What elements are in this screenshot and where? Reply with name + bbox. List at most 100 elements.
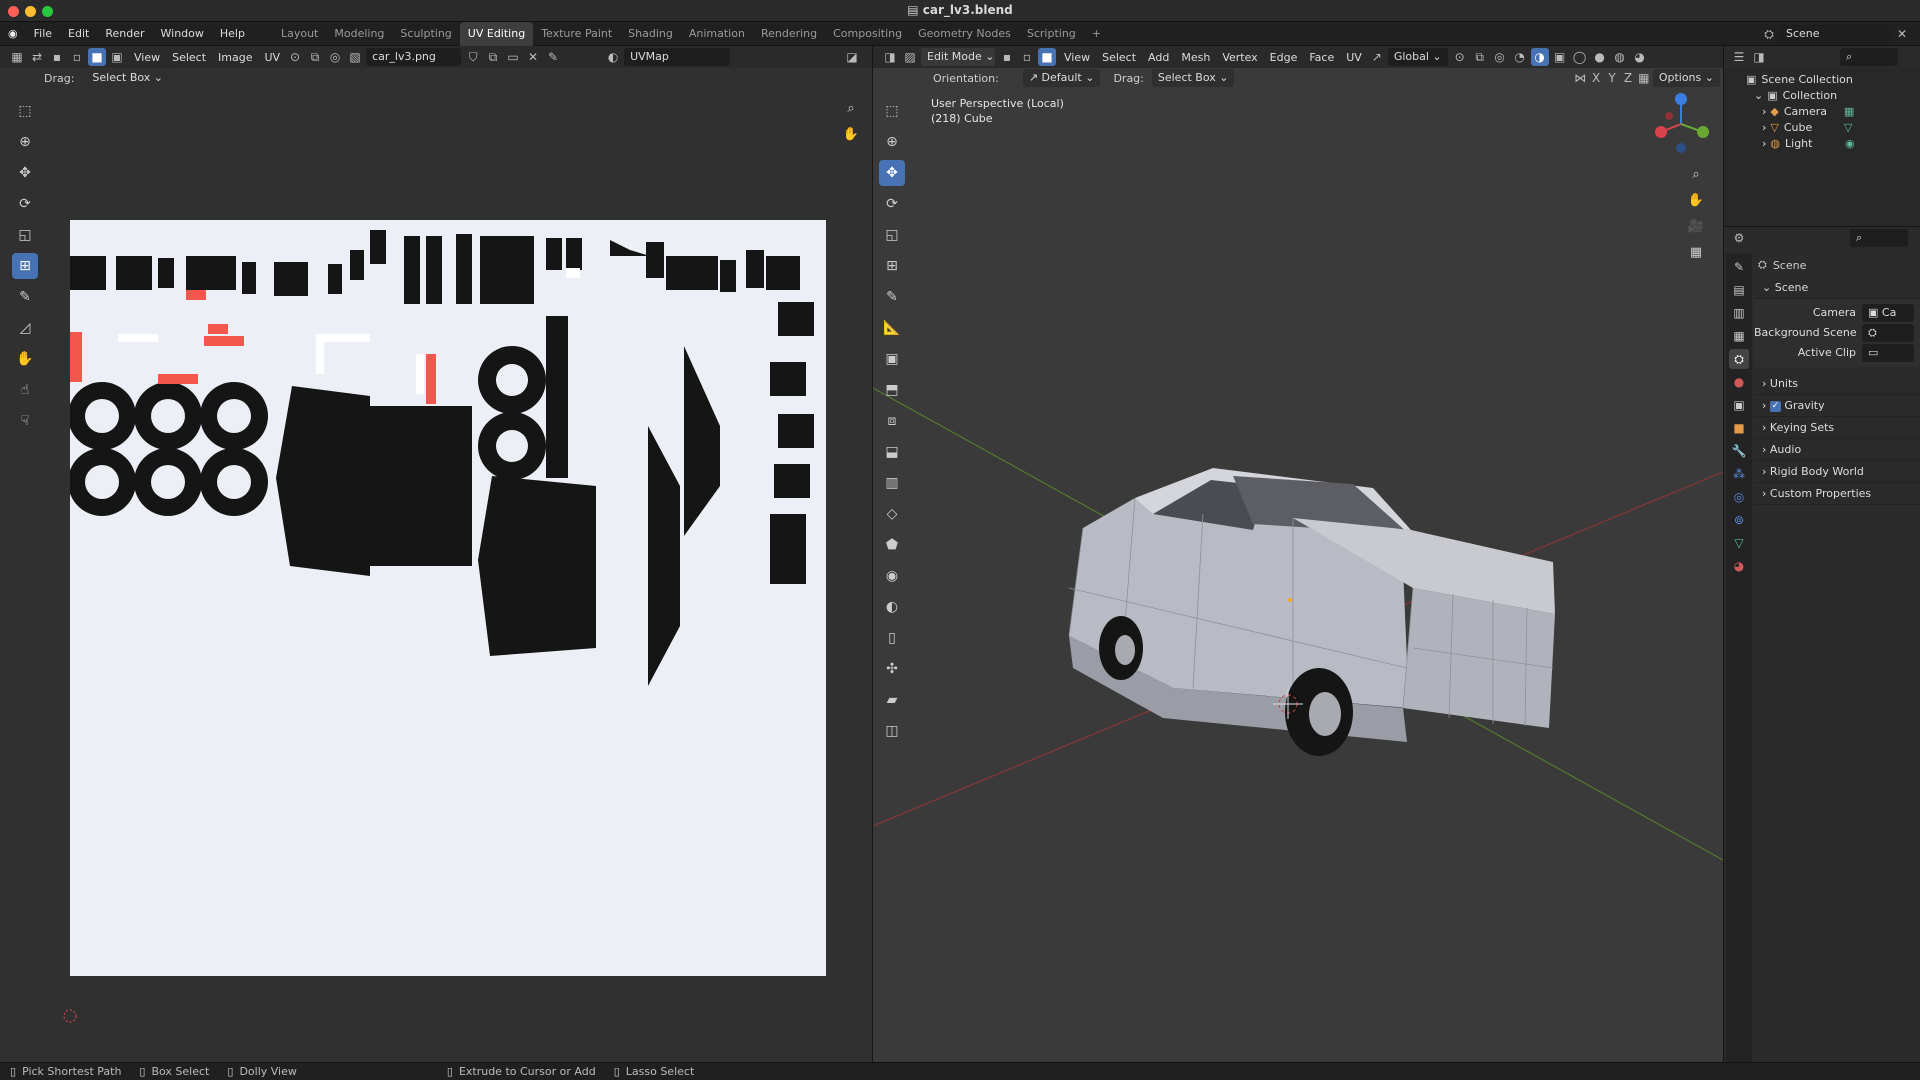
vp-menu-uv[interactable]: UV xyxy=(1340,51,1368,64)
tab-scripting[interactable]: Scripting xyxy=(1019,22,1084,46)
proportional-icon[interactable]: ◎ xyxy=(326,48,344,66)
unlink-icon[interactable]: ✕ xyxy=(524,48,542,66)
uv-menu-select[interactable]: Select xyxy=(166,51,212,64)
vp-menu-select[interactable]: Select xyxy=(1096,51,1142,64)
fake-user-icon[interactable]: ⛉ xyxy=(464,48,482,66)
gizmo-z-axis[interactable] xyxy=(1675,93,1687,105)
pin-icon[interactable]: ✎ xyxy=(544,48,562,66)
shrink-fatten-tool-icon[interactable]: ✣ xyxy=(879,656,905,682)
auto-merge-icon[interactable]: ▦ xyxy=(1637,69,1651,87)
knife-tool-icon[interactable]: ◇ xyxy=(879,501,905,527)
zoom-icon[interactable]: ⌕ xyxy=(1685,164,1707,186)
object-tab-icon[interactable]: ■ xyxy=(1729,418,1749,438)
image-browse-icon[interactable]: ▧ xyxy=(346,48,364,66)
menu-help[interactable]: Help xyxy=(212,22,253,46)
rip-tool-icon[interactable]: ◿ xyxy=(12,315,38,341)
world-tab-icon[interactable]: ● xyxy=(1729,372,1749,392)
gizmo-y-axis[interactable] xyxy=(1697,126,1709,138)
vp-menu-mesh[interactable]: Mesh xyxy=(1175,51,1216,64)
pivot-icon[interactable]: ⊙ xyxy=(286,48,304,66)
zoom-icon[interactable]: ⌕ xyxy=(840,98,862,120)
collection-tab-icon[interactable]: ▣ xyxy=(1729,395,1749,415)
cursor-tool-icon[interactable]: ⊕ xyxy=(12,129,38,155)
proportional-icon[interactable]: ◎ xyxy=(1491,48,1509,66)
vp-menu-add[interactable]: Add xyxy=(1142,51,1175,64)
tab-animation[interactable]: Animation xyxy=(681,22,753,46)
uv-menu-uv[interactable]: UV xyxy=(259,51,287,64)
annotate-tool-icon[interactable]: ✎ xyxy=(12,284,38,310)
bevel-tool-icon[interactable]: ⬓ xyxy=(879,439,905,465)
gizmo-neg-x-axis[interactable] xyxy=(1665,112,1673,120)
gravity-checkbox[interactable]: ✓ xyxy=(1769,400,1781,412)
add-workspace-button[interactable]: + xyxy=(1084,22,1109,46)
wireframe-shading-icon[interactable]: ◯ xyxy=(1571,48,1589,66)
face-select-icon[interactable]: ■ xyxy=(88,48,106,66)
rotate-tool-icon[interactable]: ⟳ xyxy=(12,191,38,217)
move-tool-icon[interactable]: ✥ xyxy=(879,160,905,186)
tab-geometry-nodes[interactable]: Geometry Nodes xyxy=(910,22,1019,46)
panel-scene[interactable]: ⌄ Scene xyxy=(1754,277,1920,299)
close-icon[interactable]: ✕ xyxy=(1893,25,1911,43)
transform-tool-icon[interactable]: ⊞ xyxy=(12,253,38,279)
axis-y-toggle[interactable]: Y xyxy=(1605,69,1619,87)
material-shading-icon[interactable]: ◍ xyxy=(1611,48,1629,66)
annotate-tool-icon[interactable]: ✎ xyxy=(879,284,905,310)
outliner-search-field[interactable]: ⌕ xyxy=(1840,48,1898,66)
outliner-item-camera[interactable]: › ◆ Camera ▦ xyxy=(1746,104,1920,120)
editor-type-icon[interactable]: ▦ xyxy=(8,48,26,66)
select-box-tool-icon[interactable]: ⬚ xyxy=(12,98,38,124)
snap-icon[interactable]: ⧉ xyxy=(1471,48,1489,66)
rip-region-tool-icon[interactable]: ◫ xyxy=(879,718,905,744)
uv-2d-cursor-icon[interactable] xyxy=(62,1008,78,1024)
camera-field[interactable]: ▣ Ca xyxy=(1862,304,1914,322)
uvmap-icon[interactable]: ◐ xyxy=(604,48,622,66)
transform-tool-icon[interactable]: ⊞ xyxy=(879,253,905,279)
relax-tool-icon[interactable]: ☝ xyxy=(12,377,38,403)
select-box-tool-icon[interactable]: ⬚ xyxy=(879,98,905,124)
overlay-icon[interactable]: ◪ xyxy=(843,48,861,66)
tool-tab-icon[interactable]: ✎ xyxy=(1729,257,1749,277)
extrude-tool-icon[interactable]: ⬒ xyxy=(879,377,905,403)
inset-tool-icon[interactable]: ⧈ xyxy=(879,408,905,434)
overlay-icon[interactable]: ◑ xyxy=(1530,48,1549,66)
island-select-icon[interactable]: ▣ xyxy=(108,48,126,66)
mirror-icon[interactable]: ⋈ xyxy=(1573,69,1587,87)
orientation-dropdown[interactable]: ↗ Default ⌄ xyxy=(1022,69,1101,87)
vp-menu-face[interactable]: Face xyxy=(1303,51,1340,64)
tab-modeling[interactable]: Modeling xyxy=(326,22,392,46)
spin-tool-icon[interactable]: ◉ xyxy=(879,563,905,589)
scale-tool-icon[interactable]: ◱ xyxy=(879,222,905,248)
measure-tool-icon[interactable]: 📐 xyxy=(879,315,905,341)
panel-units[interactable]: › Units xyxy=(1754,373,1920,395)
panel-keying-sets[interactable]: › Keying Sets xyxy=(1754,417,1920,439)
properties-search-field[interactable]: ⌕ xyxy=(1850,229,1908,247)
collection-row[interactable]: ⌄ ▣ Collection xyxy=(1746,88,1920,104)
xray-icon[interactable]: ▣ xyxy=(1551,48,1569,66)
outliner-item-cube[interactable]: › ▽ Cube ▽ xyxy=(1746,120,1920,136)
show-gizmo-icon[interactable]: ◔ xyxy=(1511,48,1529,66)
blender-logo-icon[interactable]: ◉ xyxy=(0,22,26,46)
mode-dropdown[interactable]: Edit Mode ⌄ xyxy=(921,48,995,66)
viewport-canvas[interactable] xyxy=(873,88,1723,1062)
cursor-tool-icon[interactable]: ⊕ xyxy=(879,129,905,155)
render-tab-icon[interactable]: ▤ xyxy=(1729,280,1749,300)
editor-type-icon[interactable]: ☰ xyxy=(1730,48,1748,66)
perspective-toggle-icon[interactable]: ▦ xyxy=(1685,242,1707,264)
axis-x-toggle[interactable]: X xyxy=(1589,69,1603,87)
active-clip-field[interactable]: ▭ xyxy=(1862,344,1914,362)
scene-collection-row[interactable]: ▣ Scene Collection xyxy=(1746,72,1920,88)
scene-tab-icon[interactable]: ⛭ xyxy=(1729,349,1749,369)
gizmo-neg-z-axis[interactable] xyxy=(1676,143,1686,153)
uvmap-field[interactable]: UVMap xyxy=(624,48,731,66)
options-dropdown[interactable]: Options ⌄ xyxy=(1652,69,1720,87)
vertex-select-icon[interactable]: ▪ xyxy=(998,48,1016,66)
navigation-gizmo[interactable] xyxy=(1649,92,1713,156)
tab-compositing[interactable]: Compositing xyxy=(825,22,910,46)
rendered-shading-icon[interactable]: ◕ xyxy=(1631,48,1649,66)
view-layer-tab-icon[interactable]: ▦ xyxy=(1729,326,1749,346)
uv-image-canvas[interactable] xyxy=(70,220,826,976)
menu-window[interactable]: Window xyxy=(153,22,212,46)
add-cube-tool-icon[interactable]: ▣ xyxy=(879,346,905,372)
tab-shading[interactable]: Shading xyxy=(620,22,681,46)
tab-layout[interactable]: Layout xyxy=(273,22,326,46)
